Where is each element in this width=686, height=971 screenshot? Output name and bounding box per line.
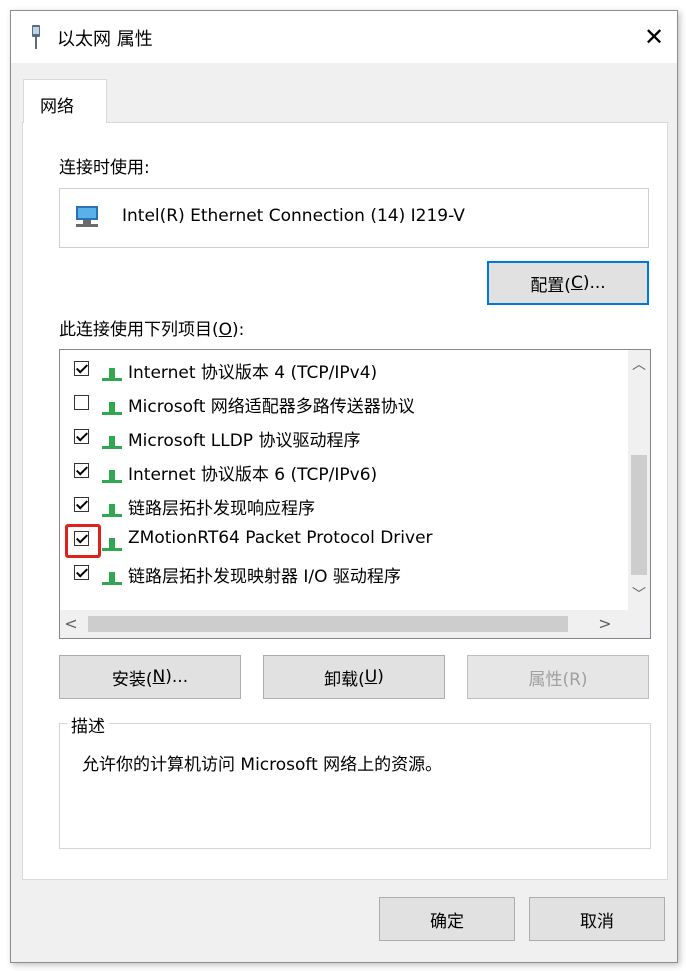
configure-button[interactable]: 配置(C)...	[487, 261, 649, 305]
item-checkbox[interactable]	[74, 463, 89, 478]
description-legend: 描述	[67, 712, 109, 737]
cancel-button[interactable]: 取消	[529, 897, 665, 941]
item-label: Microsoft LLDP 协议驱动程序	[128, 431, 361, 451]
horizontal-scroll-thumb[interactable]	[88, 616, 568, 632]
list-item[interactable]: ZMotionRT64 Packet Protocol Driver	[60, 522, 620, 558]
list-item[interactable]: Internet 协议版本 6 (TCP/IPv6)	[60, 454, 620, 488]
window-title: 以太网 属性	[57, 29, 153, 50]
items-label: 此连接使用下列项目(O):	[59, 315, 244, 340]
protocol-icon	[102, 402, 122, 415]
items-label-access-key: O	[218, 320, 233, 340]
scroll-down-icon[interactable]: ﹀	[628, 584, 650, 604]
connect-using-label: 连接时使用:	[59, 158, 150, 178]
scroll-corner	[628, 610, 650, 638]
install-label-suffix: )...	[165, 667, 189, 687]
item-label: Internet 协议版本 6 (TCP/IPv6)	[128, 465, 378, 485]
tab-panel: 连接时使用: Intel(R) Ethernet Connection (14)…	[22, 122, 668, 880]
items-label-prefix: 此连接使用下列项目(	[59, 320, 219, 340]
list-item[interactable]: Microsoft 网络适配器多路传送器协议	[60, 386, 620, 420]
highlight-box	[65, 524, 101, 558]
list-item[interactable]: Microsoft LLDP 协议驱动程序	[60, 420, 620, 454]
protocol-icon	[102, 368, 122, 381]
configure-label-suffix: )...	[582, 273, 606, 293]
scroll-left-icon[interactable]: <	[60, 614, 82, 633]
protocol-icon	[102, 504, 122, 517]
list-item[interactable]: 链路层拓扑发现映射器 I/O 驱动程序	[60, 556, 620, 590]
description-group: 允许你的计算机访问 Microsoft 网络上的资源。	[59, 723, 651, 849]
item-label: Microsoft 网络适配器多路传送器协议	[128, 397, 415, 417]
item-label: Internet 协议版本 4 (TCP/IPv4)	[128, 363, 378, 383]
description-text: 允许你的计算机访问 Microsoft 网络上的资源。	[82, 755, 443, 775]
scroll-up-icon[interactable]: ︿	[628, 354, 650, 374]
components-list[interactable]: Internet 协议版本 4 (TCP/IPv4) Microsoft 网络适…	[59, 349, 651, 639]
install-label-prefix: 安装(	[111, 669, 153, 690]
uninstall-access-key: U	[364, 667, 378, 687]
item-checkbox[interactable]	[74, 361, 89, 376]
horizontal-scrollbar[interactable]: < >	[60, 610, 630, 638]
adapter-name: Intel(R) Ethernet Connection (14) I219-V	[122, 206, 465, 226]
item-checkbox[interactable]	[74, 497, 89, 512]
install-button[interactable]: 安装(N)...	[59, 655, 241, 699]
items-label-suffix: ):	[232, 320, 245, 340]
vertical-scrollbar[interactable]: ︿ ﹀	[628, 350, 650, 610]
vertical-scroll-thumb[interactable]	[631, 455, 647, 575]
protocol-icon	[102, 470, 122, 483]
close-button[interactable]: ✕	[631, 11, 677, 63]
item-label: 链路层拓扑发现映射器 I/O 驱动程序	[128, 567, 401, 587]
install-access-key: N	[152, 667, 166, 687]
adapter-box: Intel(R) Ethernet Connection (14) I219-V	[59, 188, 649, 248]
item-checkbox[interactable]	[74, 429, 89, 444]
network-adapter-icon	[76, 206, 98, 227]
item-label: 链路层拓扑发现响应程序	[128, 499, 315, 519]
protocol-icon	[102, 572, 122, 585]
protocol-icon	[102, 538, 122, 551]
scroll-right-icon[interactable]: >	[594, 614, 616, 633]
uninstall-label-prefix: 卸载(	[324, 669, 365, 690]
uninstall-label-suffix: )	[377, 667, 384, 687]
item-checkbox[interactable]	[74, 565, 89, 580]
configure-access-key: C	[570, 273, 583, 293]
title-bar: 以太网 属性 ✕	[11, 11, 677, 63]
tab-network[interactable]: 网络	[23, 79, 107, 123]
close-icon: ✕	[643, 23, 665, 51]
configure-label-prefix: 配置(	[530, 275, 571, 296]
properties-dialog: 以太网 属性 ✕ 网络 连接时使用: Intel(R) Ethernet Con…	[10, 10, 678, 963]
list-item[interactable]: 链路层拓扑发现响应程序	[60, 488, 620, 522]
properties-button[interactable]: 属性(R)	[467, 655, 649, 699]
network-cable-icon	[32, 25, 40, 49]
uninstall-button[interactable]: 卸载(U)	[263, 655, 445, 699]
list-item[interactable]: Internet 协议版本 4 (TCP/IPv4)	[60, 352, 620, 386]
item-label: ZMotionRT64 Packet Protocol Driver	[128, 528, 433, 548]
ok-button[interactable]: 确定	[379, 897, 515, 941]
protocol-icon	[102, 436, 122, 449]
item-checkbox[interactable]	[74, 395, 89, 410]
